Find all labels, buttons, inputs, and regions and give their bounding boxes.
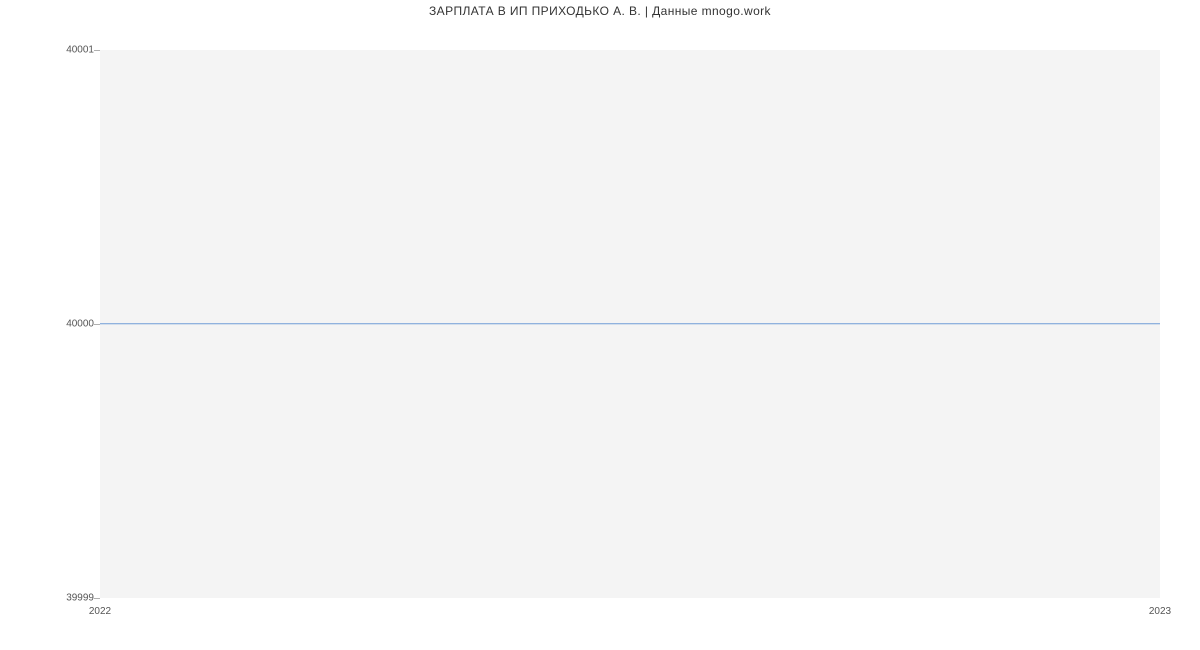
chart-title: ЗАРПЛАТА В ИП ПРИХОДЬКО А. В. | Данные m…: [0, 4, 1200, 18]
y-tick: [94, 598, 100, 599]
y-tick-label: 39999: [66, 593, 94, 604]
chart-container: ЗАРПЛАТА В ИП ПРИХОДЬКО А. В. | Данные m…: [0, 0, 1200, 650]
y-tick: [94, 50, 100, 51]
data-series-line: [100, 323, 1160, 324]
y-tick-label: 40000: [66, 319, 94, 330]
x-tick-label: 2022: [89, 606, 111, 617]
x-tick-label: 2023: [1149, 606, 1171, 617]
y-tick-label: 40001: [66, 45, 94, 56]
